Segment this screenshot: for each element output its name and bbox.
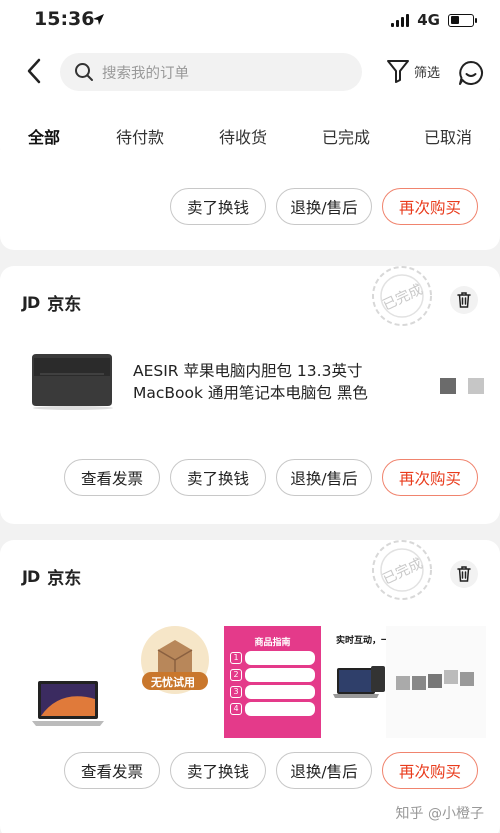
search-input[interactable]: 搜索我的订单 — [60, 53, 362, 91]
return-after-sale-button[interactable]: 退换/售后 — [276, 752, 372, 789]
order-actions: 查看发票 卖了换钱 退换/售后 再次购买 — [64, 752, 478, 789]
jd-logo: JD — [22, 293, 40, 312]
trial-badge-label: 无忧试用 — [151, 676, 195, 689]
buy-again-button[interactable]: 再次购买 — [382, 752, 478, 789]
delete-order-button[interactable] — [450, 560, 478, 588]
trash-icon — [457, 292, 471, 308]
product-image[interactable] — [386, 626, 486, 738]
completed-stamp-icon: 已完成 — [372, 266, 432, 326]
order-card[interactable]: JD 京东 已完成 AESIR 苹果电脑内胆包 13.3英寸 MacBook 通… — [0, 266, 500, 524]
filter-button[interactable]: 筛选 — [386, 58, 440, 84]
header: 搜索我的订单 筛选 — [0, 40, 500, 110]
view-invoice-button[interactable]: 查看发票 — [64, 459, 160, 496]
guide-title: 商品指南 — [254, 638, 291, 648]
shop-header[interactable]: JD 京东 — [22, 290, 81, 315]
search-icon — [75, 63, 93, 81]
tab-cancelled[interactable]: 已取消 — [424, 124, 472, 148]
status-bar: 15:36 4G — [0, 0, 500, 40]
completed-stamp-icon: 已完成 — [372, 540, 432, 600]
watermark: 知乎 @小橙子 — [395, 806, 484, 822]
tab-all[interactable]: 全部 — [28, 124, 60, 148]
product-thumb — [468, 378, 484, 394]
location-arrow-icon — [93, 14, 104, 25]
trial-box-image — [141, 626, 209, 694]
order-card[interactable]: JD 京东 已完成 无忧试用 商品指南 1 2 3 4 实时互动，一入手 查看发… — [0, 540, 500, 833]
message-icon[interactable] — [458, 60, 484, 86]
view-invoice-button[interactable]: 查看发票 — [64, 752, 160, 789]
status-time: 15:36 — [34, 8, 95, 30]
order-actions: 卖了换钱 退换/售后 再次购买 — [170, 188, 478, 225]
battery-icon — [448, 13, 477, 27]
shop-name: 京东 — [47, 569, 82, 589]
shop-header[interactable]: JD 京东 — [22, 564, 81, 589]
product-image[interactable]: 商品指南 1 2 3 4 — [224, 626, 321, 738]
signal-icon — [391, 13, 410, 27]
sell-button[interactable]: 卖了换钱 — [170, 752, 266, 789]
product-image[interactable] — [30, 352, 116, 410]
buy-again-button[interactable]: 再次购买 — [382, 459, 478, 496]
filter-label: 筛选 — [414, 65, 441, 81]
network-type: 4G — [417, 11, 440, 29]
jd-logo: JD — [22, 567, 40, 586]
sell-button[interactable]: 卖了换钱 — [170, 459, 266, 496]
product-title[interactable]: AESIR 苹果电脑内胆包 13.3英寸 MacBook 通用笔记本电脑包 黑色 — [133, 360, 413, 404]
product-thumb — [440, 378, 456, 394]
buy-again-button[interactable]: 再次购买 — [382, 188, 478, 225]
return-after-sale-button[interactable]: 退换/售后 — [276, 459, 372, 496]
tab-pending-payment[interactable]: 待付款 — [116, 124, 164, 148]
product-image[interactable]: 无忧试用 — [138, 610, 212, 722]
back-arrow-icon[interactable] — [24, 56, 46, 86]
shop-name: 京东 — [47, 295, 82, 315]
tab-completed[interactable]: 已完成 — [322, 124, 370, 148]
order-card: 卖了换钱 退换/售后 再次购买 — [0, 150, 500, 250]
tab-pending-receipt[interactable]: 待收货 — [219, 124, 267, 148]
product-image[interactable] — [30, 648, 106, 760]
order-actions: 查看发票 卖了换钱 退换/售后 再次购买 — [64, 459, 478, 496]
blurred-image — [396, 670, 474, 690]
sell-button[interactable]: 卖了换钱 — [170, 188, 266, 225]
return-after-sale-button[interactable]: 退换/售后 — [276, 188, 372, 225]
search-placeholder: 搜索我的订单 — [102, 65, 189, 82]
trash-icon — [457, 566, 471, 582]
delete-order-button[interactable] — [450, 286, 478, 314]
filter-icon — [387, 60, 409, 83]
